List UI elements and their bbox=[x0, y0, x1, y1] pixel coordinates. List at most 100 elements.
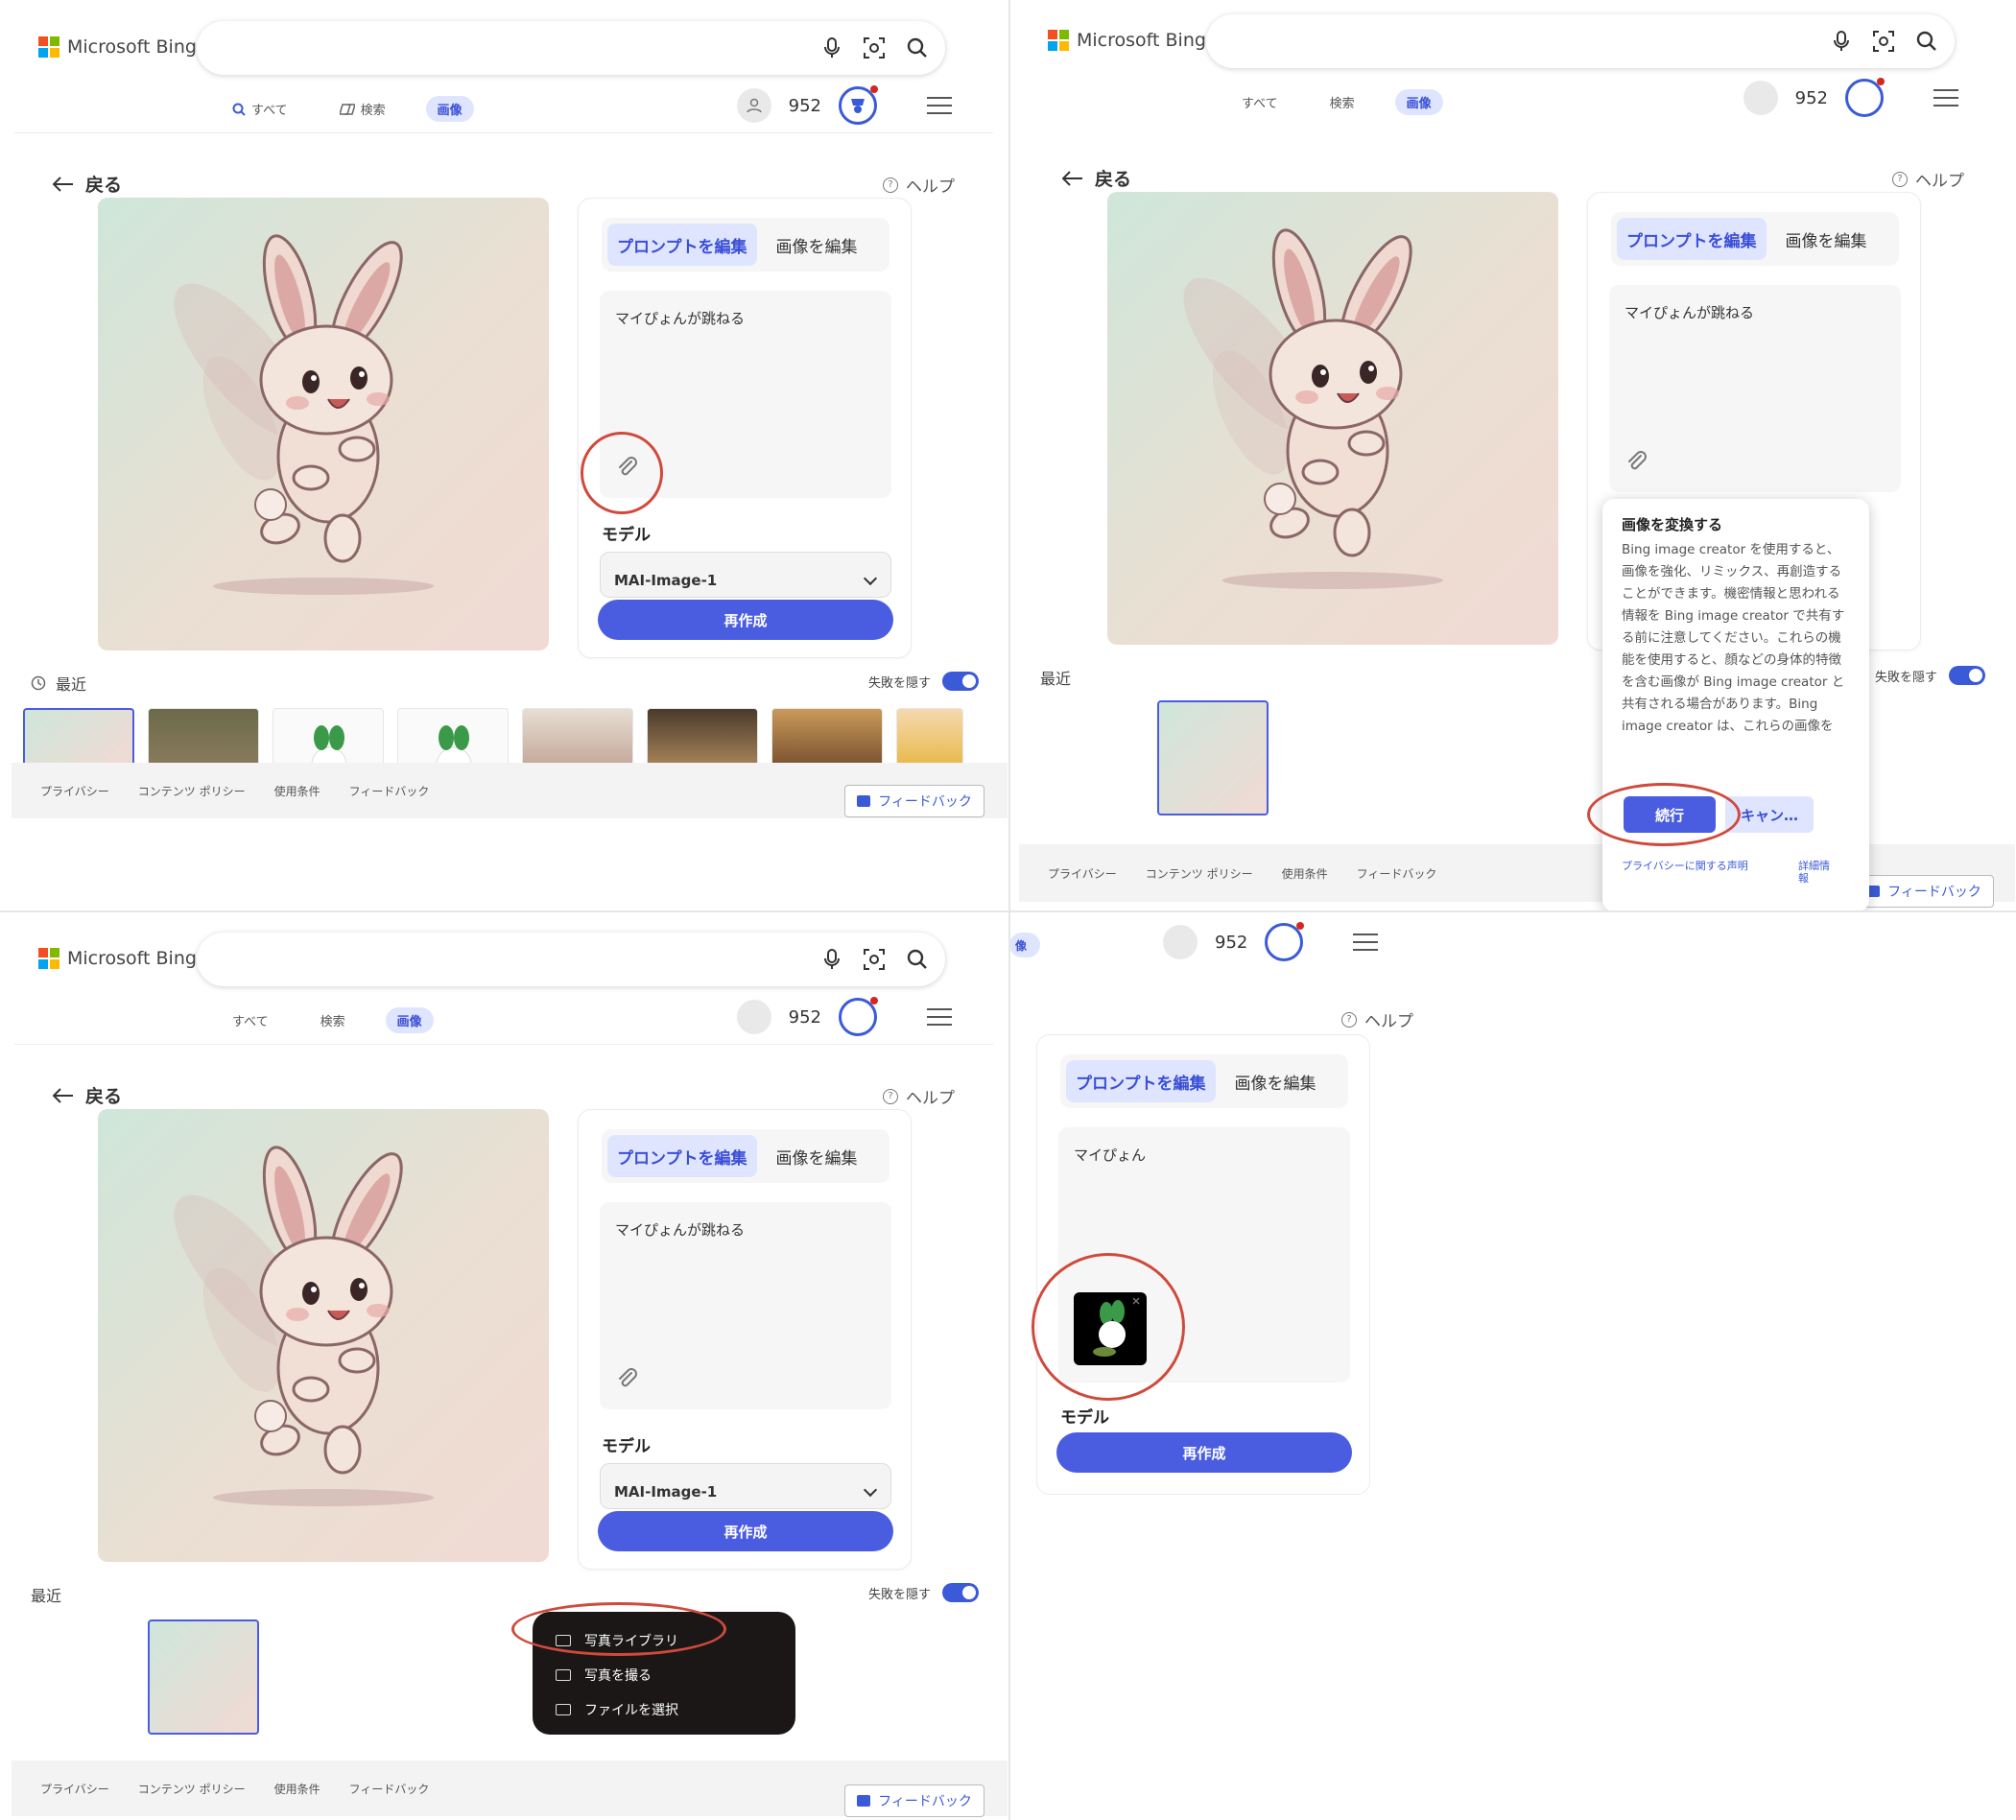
recreate-button[interactable]: 再作成 bbox=[1056, 1432, 1352, 1473]
avatar-icon[interactable] bbox=[1163, 925, 1198, 959]
tab-edit-image[interactable]: 画像を編集 bbox=[1776, 218, 1877, 260]
tab-search[interactable]: 検索 bbox=[309, 1007, 357, 1033]
footer-terms-link[interactable]: 使用条件 bbox=[274, 783, 320, 799]
bing-logo[interactable]: Microsoft Bing bbox=[1048, 30, 1206, 51]
menu-icon[interactable] bbox=[927, 1008, 952, 1026]
arrow-left-icon bbox=[1062, 170, 1082, 186]
feedback-button[interactable]: フィードバック bbox=[844, 785, 984, 817]
avatar-icon[interactable] bbox=[736, 1000, 771, 1034]
menu-icon[interactable] bbox=[1353, 934, 1379, 951]
microphone-icon[interactable] bbox=[818, 35, 845, 61]
paperclip-icon[interactable] bbox=[1625, 450, 1649, 475]
tab-edit-prompt[interactable]: プロンプトを編集 bbox=[1617, 218, 1767, 260]
thumbnail-bunny[interactable] bbox=[148, 1619, 259, 1735]
avatar-icon[interactable] bbox=[1743, 81, 1778, 115]
search-icon[interactable] bbox=[904, 35, 931, 61]
visual-search-icon[interactable] bbox=[861, 946, 888, 973]
tab-all[interactable]: すべて bbox=[221, 1007, 280, 1033]
hide-failed-toggle[interactable]: 失敗を隠す bbox=[868, 672, 980, 691]
thumbnail-bunny[interactable] bbox=[1157, 700, 1269, 815]
hide-failed-toggle[interactable]: 失敗を隠す bbox=[1875, 666, 1986, 685]
tab-edit-prompt[interactable]: プロンプトを編集 bbox=[607, 224, 757, 266]
search-icon[interactable] bbox=[904, 946, 931, 973]
microphone-icon[interactable] bbox=[1828, 28, 1855, 55]
search-input[interactable] bbox=[197, 933, 945, 986]
visual-search-icon[interactable] bbox=[1870, 28, 1897, 55]
back-button[interactable]: 戻る bbox=[1062, 165, 1131, 191]
tab-edit-image[interactable]: 画像を編集 bbox=[767, 1135, 867, 1177]
generated-image[interactable] bbox=[98, 1109, 549, 1562]
thumbnail-bread[interactable] bbox=[771, 708, 883, 766]
help-icon: ? bbox=[1341, 1011, 1357, 1028]
nav-tabs: すべて 検索 画像 bbox=[1230, 89, 1443, 115]
rewards-icon[interactable] bbox=[1265, 922, 1305, 961]
tab-edit-image[interactable]: 画像を編集 bbox=[1225, 1060, 1326, 1102]
microphone-icon[interactable] bbox=[818, 946, 845, 973]
tab-edit-prompt[interactable]: プロンプトを編集 bbox=[1066, 1060, 1216, 1102]
help-link[interactable]: ? ヘルプ bbox=[1341, 1007, 1413, 1031]
tab-all[interactable]: すべて bbox=[221, 96, 299, 122]
model-select[interactable]: MAI-Image-1 bbox=[600, 1463, 891, 1509]
tab-edit-prompt[interactable]: プロンプトを編集 bbox=[607, 1135, 757, 1177]
hide-failed-toggle[interactable]: 失敗を隠す bbox=[868, 1583, 980, 1602]
avatar-icon[interactable] bbox=[736, 88, 771, 123]
microsoft-logo-icon bbox=[38, 36, 59, 58]
help-link[interactable]: ? ヘルプ bbox=[1892, 167, 1964, 191]
menu-item-choose-file[interactable]: ファイルを選択 bbox=[556, 1700, 678, 1719]
feedback-button[interactable]: フィードバック bbox=[844, 1785, 984, 1817]
tab-edit-image[interactable]: 画像を編集 bbox=[767, 224, 867, 266]
panel-upload-menu: Microsoft Bing すべて 検索 画像 952 戻る ? ヘルプ プロン… bbox=[0, 911, 1009, 1820]
bing-logo[interactable]: Microsoft Bing bbox=[38, 948, 197, 969]
tab-images[interactable]: 画像 bbox=[385, 1007, 434, 1033]
tab-images[interactable]: 画像 bbox=[1394, 89, 1443, 115]
recent-header: 最近 bbox=[31, 1587, 62, 1605]
prompt-input[interactable]: マイぴょんが跳ねる bbox=[600, 1202, 891, 1409]
generated-image[interactable] bbox=[1107, 192, 1558, 645]
thumbnail-chick[interactable] bbox=[896, 708, 963, 766]
brand-name: Microsoft Bing bbox=[67, 36, 197, 58]
footer-feedback-link[interactable]: フィードバック bbox=[349, 783, 430, 799]
help-link[interactable]: ? ヘルプ bbox=[883, 1084, 955, 1108]
toggle-switch[interactable] bbox=[942, 672, 980, 691]
thumbnail-sprout-2[interactable] bbox=[397, 708, 509, 766]
search-icon[interactable] bbox=[1913, 28, 1940, 55]
tab-images[interactable]: 画像 bbox=[425, 96, 474, 122]
tab-images[interactable]: 像 bbox=[1009, 933, 1040, 957]
nav-tabs: すべて 検索 画像 bbox=[221, 1007, 434, 1033]
tab-search[interactable]: 検索 bbox=[328, 96, 397, 122]
thumbnail-sprout[interactable] bbox=[273, 708, 384, 766]
footer-privacy-link[interactable]: プライバシー bbox=[40, 783, 109, 799]
menu-icon[interactable] bbox=[927, 97, 952, 114]
rewards-icon[interactable] bbox=[839, 997, 878, 1036]
bing-logo[interactable]: Microsoft Bing bbox=[38, 36, 197, 58]
menu-item-take-photo[interactable]: 写真を撮る bbox=[556, 1666, 652, 1685]
model-select[interactable]: MAI-Image-1 bbox=[600, 552, 891, 598]
footer-content-policy-link[interactable]: コンテンツ ポリシー bbox=[138, 783, 246, 799]
rewards-icon[interactable] bbox=[1845, 78, 1885, 117]
generated-image[interactable] bbox=[98, 198, 549, 650]
search-input[interactable] bbox=[1206, 14, 1955, 68]
tab-search[interactable]: 検索 bbox=[1318, 89, 1366, 115]
prompt-input[interactable]: マイぴょんが跳ねる bbox=[1609, 285, 1901, 492]
thumbnail-rabbit-photo[interactable] bbox=[148, 708, 259, 766]
menu-icon[interactable] bbox=[1933, 89, 1958, 106]
tab-all[interactable]: すべて bbox=[1230, 89, 1290, 115]
visual-search-icon[interactable] bbox=[861, 35, 888, 61]
recreate-button[interactable]: 再作成 bbox=[598, 600, 893, 640]
search-input[interactable] bbox=[197, 21, 945, 75]
recreate-button[interactable]: 再作成 bbox=[598, 1511, 893, 1551]
edit-tabs: プロンプトを編集 画像を編集 bbox=[1060, 1054, 1348, 1108]
feedback-button[interactable]: フィードバック bbox=[1854, 875, 1994, 908]
details-link[interactable]: 詳細情報 bbox=[1798, 860, 1837, 885]
back-button[interactable]: 戻る bbox=[53, 171, 122, 197]
help-link[interactable]: ? ヘルプ bbox=[883, 173, 955, 197]
transform-image-dialog: 画像を変換する Bing image creator を使用すると、画像を強化、… bbox=[1602, 499, 1869, 911]
privacy-statement-link[interactable]: プライバシーに関する声明 bbox=[1622, 860, 1766, 872]
back-button[interactable]: 戻る bbox=[53, 1082, 122, 1108]
header-divider bbox=[14, 132, 993, 133]
thumbnail-rabbit-room[interactable] bbox=[522, 708, 633, 766]
thumbnail-bunny[interactable] bbox=[23, 708, 134, 766]
rewards-icon[interactable] bbox=[839, 85, 878, 125]
thumbnail-room[interactable] bbox=[647, 708, 758, 766]
paperclip-icon[interactable] bbox=[615, 1367, 640, 1392]
